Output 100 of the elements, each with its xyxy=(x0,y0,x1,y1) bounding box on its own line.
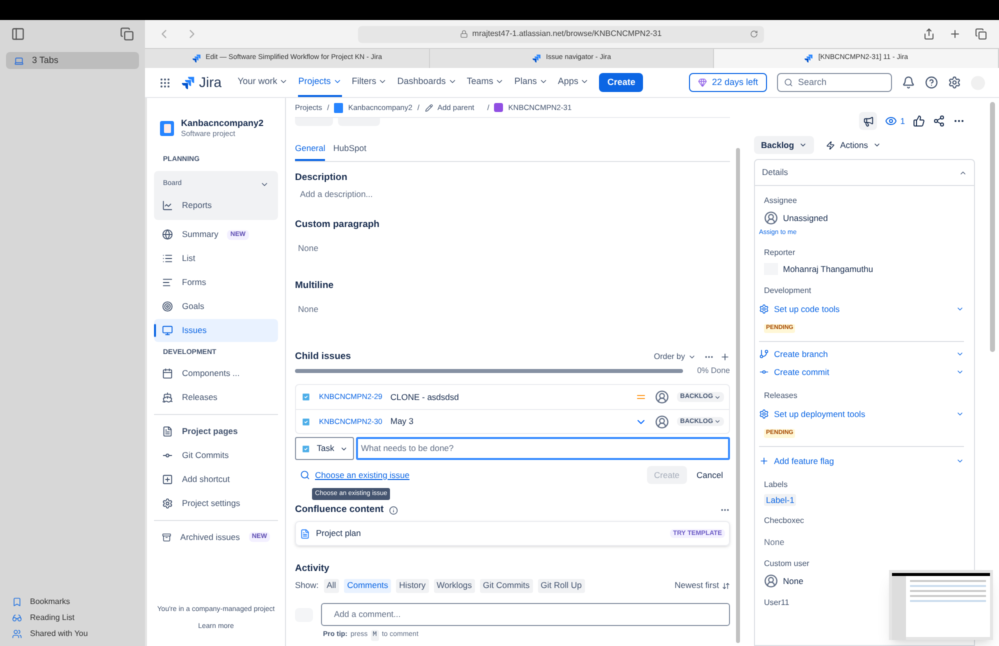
tab-group-item[interactable]: 3 Tabs xyxy=(6,52,139,69)
nav-item[interactable]: Releases xyxy=(154,386,278,409)
share-icon[interactable] xyxy=(923,28,935,40)
nav-menu[interactable]: Projects xyxy=(298,68,342,97)
share-icon[interactable] xyxy=(933,115,945,127)
nav-item[interactable]: Add shortcut xyxy=(154,468,278,491)
dev-action-link[interactable]: Add feature flag xyxy=(774,454,951,468)
product-name: Jira xyxy=(199,73,222,92)
address-bar[interactable]: mrajtest47-1.atlassian.net/browse/KNBCNCMPN2-31 xyxy=(358,26,764,42)
help-icon[interactable] xyxy=(925,76,938,89)
announcement-button[interactable] xyxy=(859,112,878,130)
watch-button[interactable]: 1 xyxy=(885,114,905,128)
nav-item[interactable]: Components ... xyxy=(154,362,278,385)
app-switcher-icon[interactable] xyxy=(159,76,171,88)
section-title: Child issues xyxy=(295,350,352,364)
bookmark-icon xyxy=(12,597,22,607)
sort-button[interactable]: Newest first xyxy=(674,579,730,592)
comment-field[interactable]: Add a comment... xyxy=(321,603,730,626)
megaphone-icon xyxy=(862,116,874,126)
chevron-down-icon[interactable] xyxy=(956,350,964,358)
filter-button[interactable]: Git Roll Up xyxy=(538,578,585,593)
chevron-down-icon[interactable] xyxy=(956,368,964,376)
filter-button[interactable]: History xyxy=(396,578,429,593)
page-icon xyxy=(300,528,310,538)
pencil-icon xyxy=(424,104,432,112)
chevron-down-icon xyxy=(378,77,388,86)
status-button[interactable]: Backlog xyxy=(754,136,814,154)
chevron-down-icon[interactable] xyxy=(956,410,964,418)
issue-summary[interactable]: May 3 xyxy=(390,415,628,428)
chevron-down-icon xyxy=(538,77,548,86)
trial-button[interactable]: 22 days left xyxy=(688,73,767,92)
issue-summary[interactable]: CLONE - asdsdsd xyxy=(390,390,628,404)
new-tab-icon[interactable] xyxy=(949,28,961,40)
chevron-down-icon xyxy=(495,77,504,86)
choose-issue-link[interactable]: Choose an existing issue xyxy=(315,468,410,482)
chevron-down-icon xyxy=(279,77,288,86)
content-tab[interactable]: General xyxy=(295,142,326,161)
sidebar-toggle-icon[interactable] xyxy=(11,27,25,41)
add-icon[interactable] xyxy=(720,352,730,362)
label-tag[interactable]: Label-1 xyxy=(764,494,796,506)
nav-menu[interactable]: Teams xyxy=(466,68,504,97)
notifications-icon[interactable] xyxy=(902,76,915,89)
nav-item[interactable]: Project settings xyxy=(154,492,278,515)
screenshot-thumbnail[interactable] xyxy=(889,570,993,640)
nav-item[interactable]: Project pages xyxy=(154,420,278,443)
nav-menu[interactable]: Your work xyxy=(238,68,288,97)
nav-menu[interactable]: Filters xyxy=(352,68,388,97)
nav-item[interactable]: List xyxy=(154,247,278,270)
filter-button[interactable]: Worklogs xyxy=(434,578,475,593)
globe-icon xyxy=(162,229,173,240)
chevron-down-icon[interactable] xyxy=(956,457,964,465)
field-value: None xyxy=(298,303,320,316)
details-header[interactable]: Details xyxy=(755,160,974,186)
nav-menu[interactable]: Plans xyxy=(514,68,548,97)
actions-button[interactable]: Actions xyxy=(822,136,885,154)
reload-icon[interactable] xyxy=(750,30,758,38)
nav-menu[interactable]: Dashboards xyxy=(397,68,457,97)
tab-overview-icon[interactable] xyxy=(120,27,134,41)
chevron-down-icon[interactable] xyxy=(956,305,964,313)
sidebar-link[interactable]: Reading List xyxy=(30,612,74,624)
nav-item[interactable]: Goals xyxy=(154,295,278,318)
task-icon xyxy=(301,416,311,426)
create-button[interactable]: Create xyxy=(599,73,644,92)
info-icon xyxy=(388,506,398,514)
nav-item[interactable]: Forms xyxy=(154,271,278,294)
content-tab[interactable]: HubSpot xyxy=(333,142,366,161)
nav-item[interactable]: Git Commits xyxy=(154,444,278,467)
dev-action-link[interactable]: Create commit xyxy=(774,366,951,378)
dev-action-link[interactable]: Set up code tools xyxy=(774,302,951,316)
description-placeholder[interactable]: Add a description... xyxy=(300,188,730,201)
tabs-icon[interactable] xyxy=(975,28,987,40)
nav-item[interactable]: Reports xyxy=(154,194,278,218)
field-label: Reporter xyxy=(764,246,796,259)
filter-button[interactable]: All xyxy=(324,578,340,593)
summary-input[interactable]: What needs to be done? xyxy=(356,437,730,460)
search-icon xyxy=(784,78,793,87)
dev-action-link[interactable]: Set up deployment tools xyxy=(774,408,951,420)
dev-action-link[interactable]: Create branch xyxy=(774,348,951,360)
chevron-down-icon xyxy=(688,353,696,361)
field-label: Development xyxy=(764,284,812,296)
archive-icon xyxy=(162,532,172,543)
order-by-button[interactable]: Order by xyxy=(654,351,696,363)
lightning-icon xyxy=(826,140,836,150)
monitor-icon xyxy=(162,325,173,336)
settings-icon[interactable] xyxy=(948,76,961,89)
nav-menu[interactable]: Apps xyxy=(558,68,590,97)
search-field[interactable]: Search xyxy=(777,73,892,92)
project-avatar xyxy=(160,120,174,136)
user-avatar-icon xyxy=(764,211,778,225)
issue-type-select[interactable]: Task xyxy=(295,437,354,460)
like-icon[interactable] xyxy=(913,115,925,127)
cancel-button[interactable]: Cancel xyxy=(690,466,730,484)
page-title: Project plan xyxy=(316,527,362,540)
sidebar-link[interactable]: Shared with You xyxy=(30,628,88,640)
nav-item[interactable]: Issues xyxy=(154,319,278,342)
sidebar-link[interactable]: Bookmarks xyxy=(30,596,70,608)
field-label: Releases xyxy=(764,390,798,402)
filter-button[interactable]: Comments xyxy=(344,578,392,593)
show-label: Show: xyxy=(295,579,319,592)
filter-button[interactable]: Git Commits xyxy=(480,578,533,593)
